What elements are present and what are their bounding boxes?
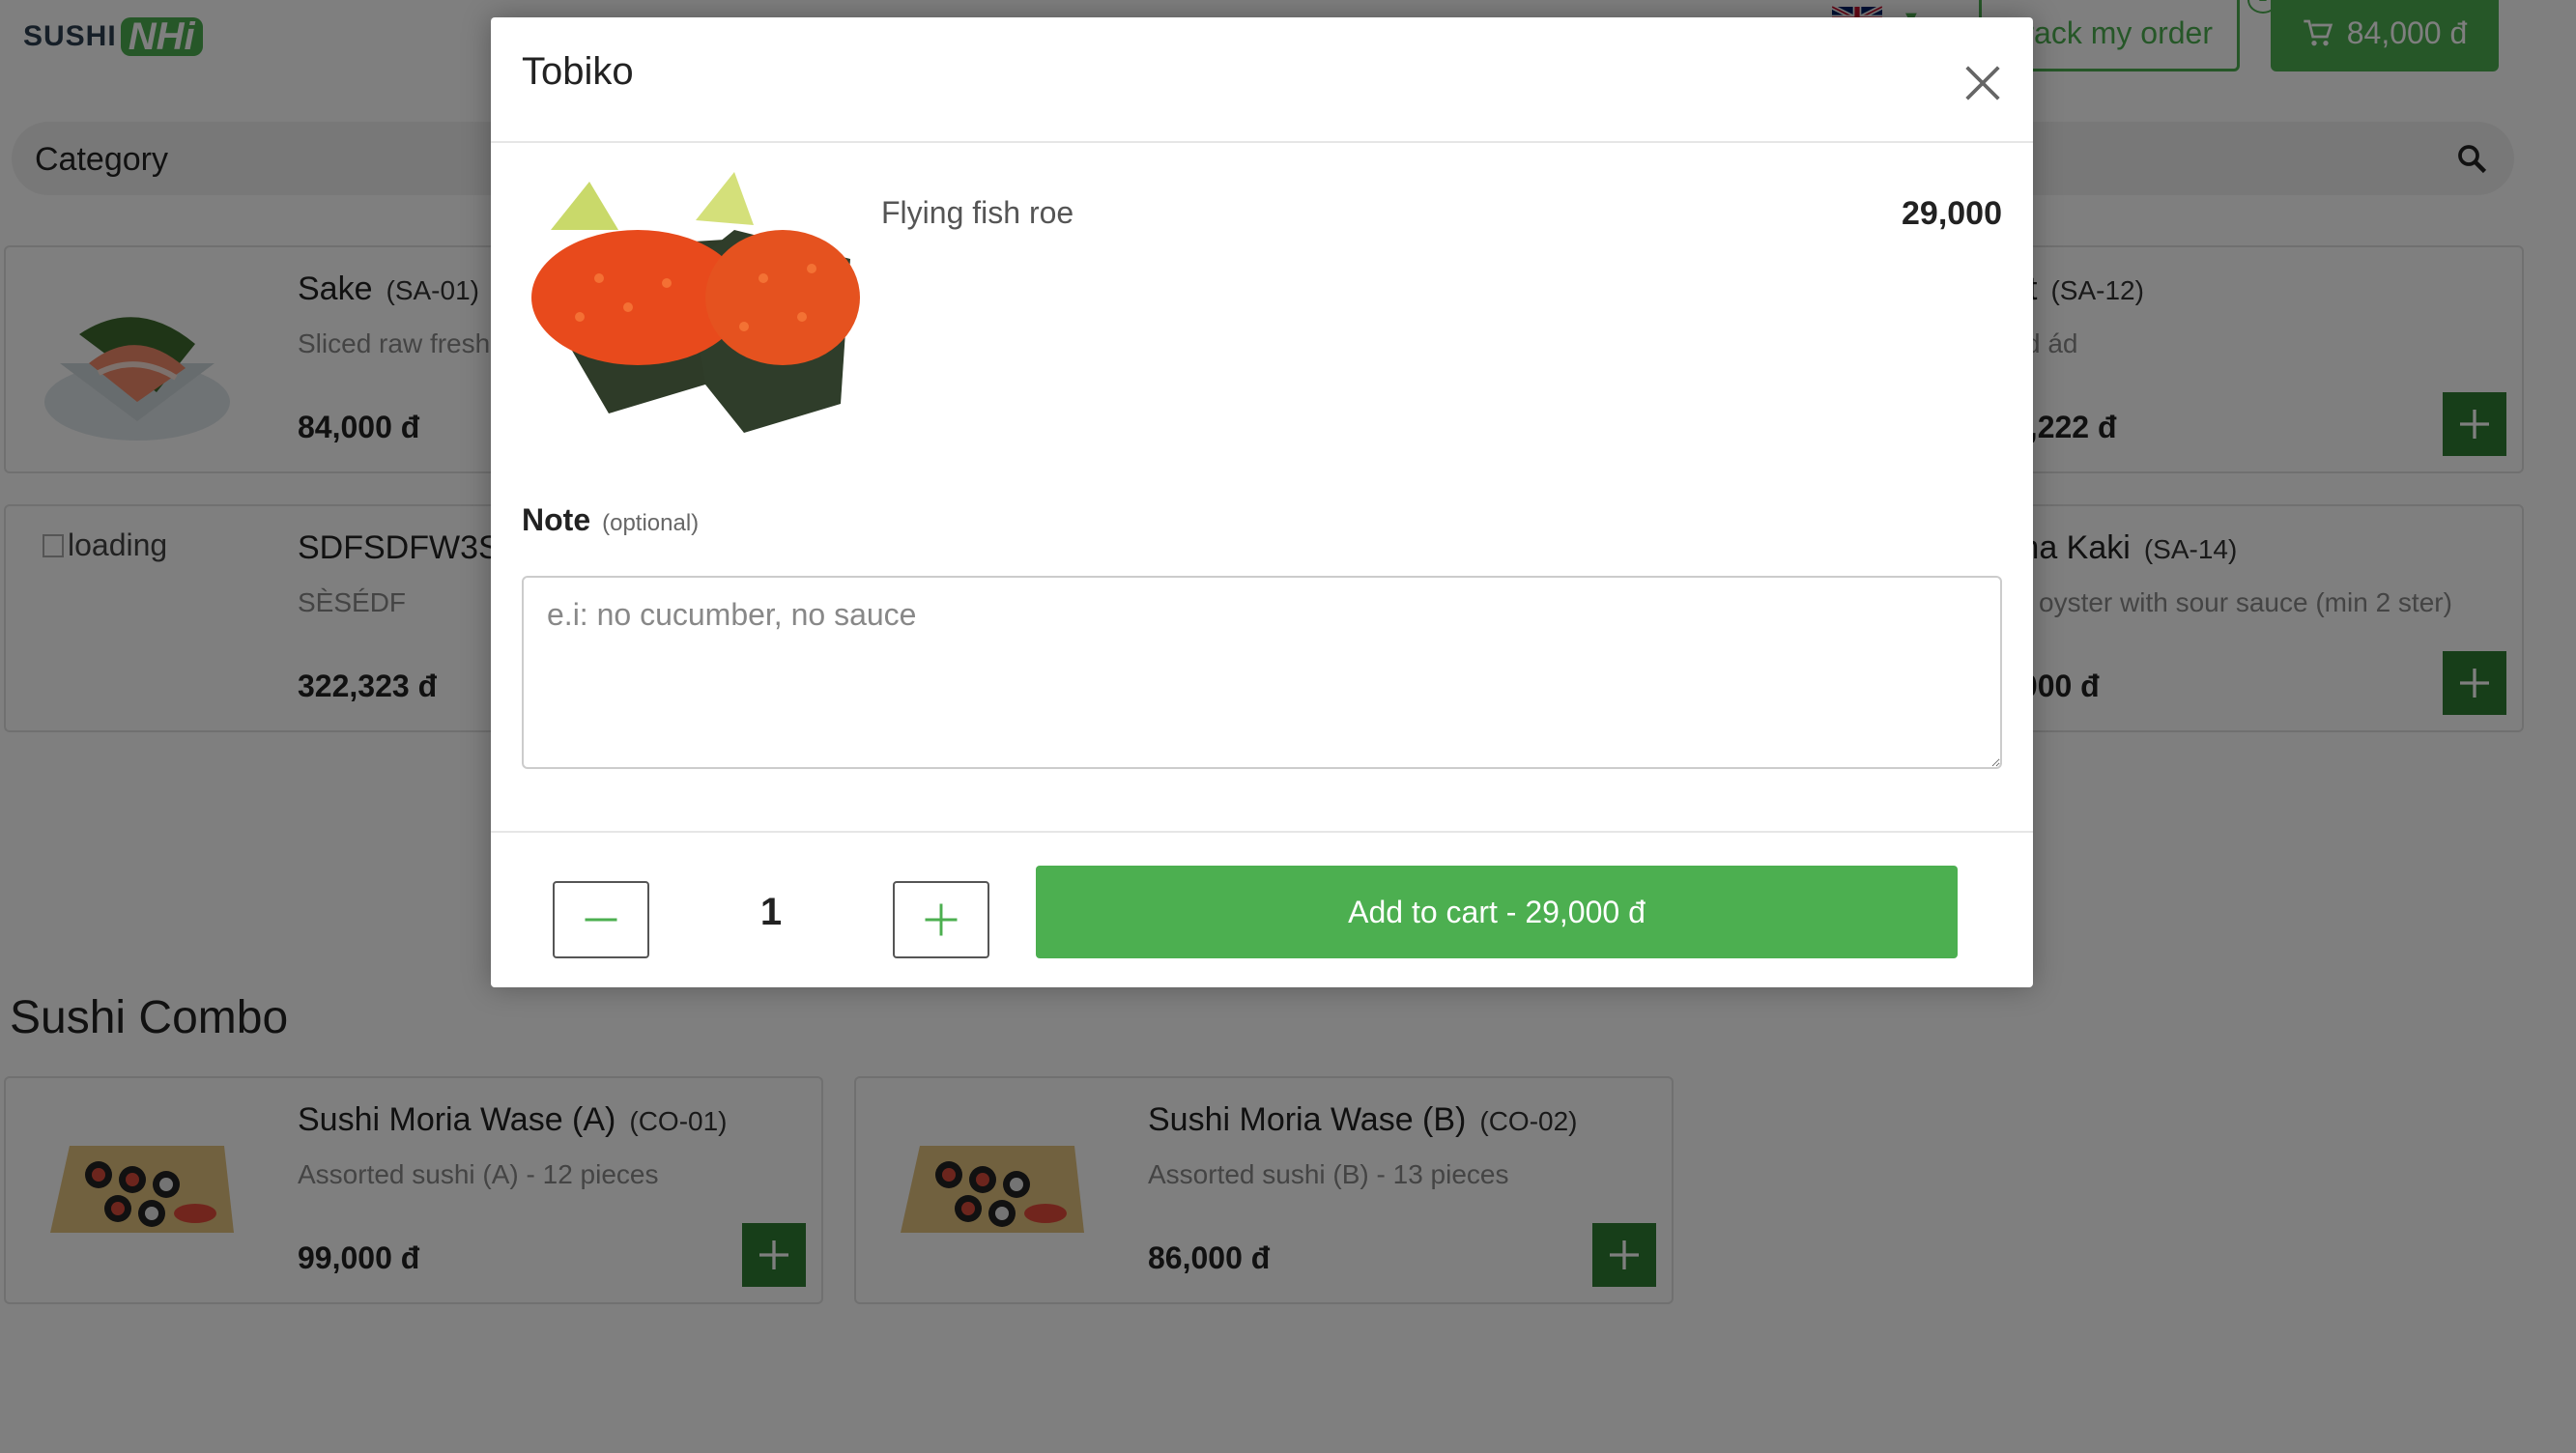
minus-icon	[585, 918, 617, 922]
note-label: Note (optional)	[522, 502, 700, 537]
modal-header: Tobiko	[491, 17, 2033, 143]
dish-price: 29,000	[1902, 195, 2002, 232]
modal-footer: 1 Add to cart - 29,000 đ	[491, 831, 2033, 987]
modal-body: Flying fish roe 29,000 Note (optional)	[491, 143, 2033, 831]
add-to-cart-button[interactable]: Add to cart - 29,000 đ	[1036, 866, 1958, 958]
item-detail-modal: Tobiko Flying fish roe 29,000 Note (optio…	[491, 17, 2033, 987]
modal-title: Tobiko	[522, 50, 634, 93]
quantity-value: 1	[759, 891, 783, 933]
increase-quantity-button[interactable]	[893, 881, 989, 958]
dish-image	[531, 172, 860, 433]
add-to-cart-label: Add to cart - 29,000 đ	[1348, 894, 1646, 929]
plus-icon	[925, 903, 958, 936]
note-optional: (optional)	[602, 510, 700, 536]
close-icon[interactable]	[1956, 56, 2010, 110]
decrease-quantity-button[interactable]	[553, 881, 649, 958]
dish-description: Flying fish roe	[881, 195, 1074, 230]
note-field[interactable]	[522, 576, 2002, 769]
